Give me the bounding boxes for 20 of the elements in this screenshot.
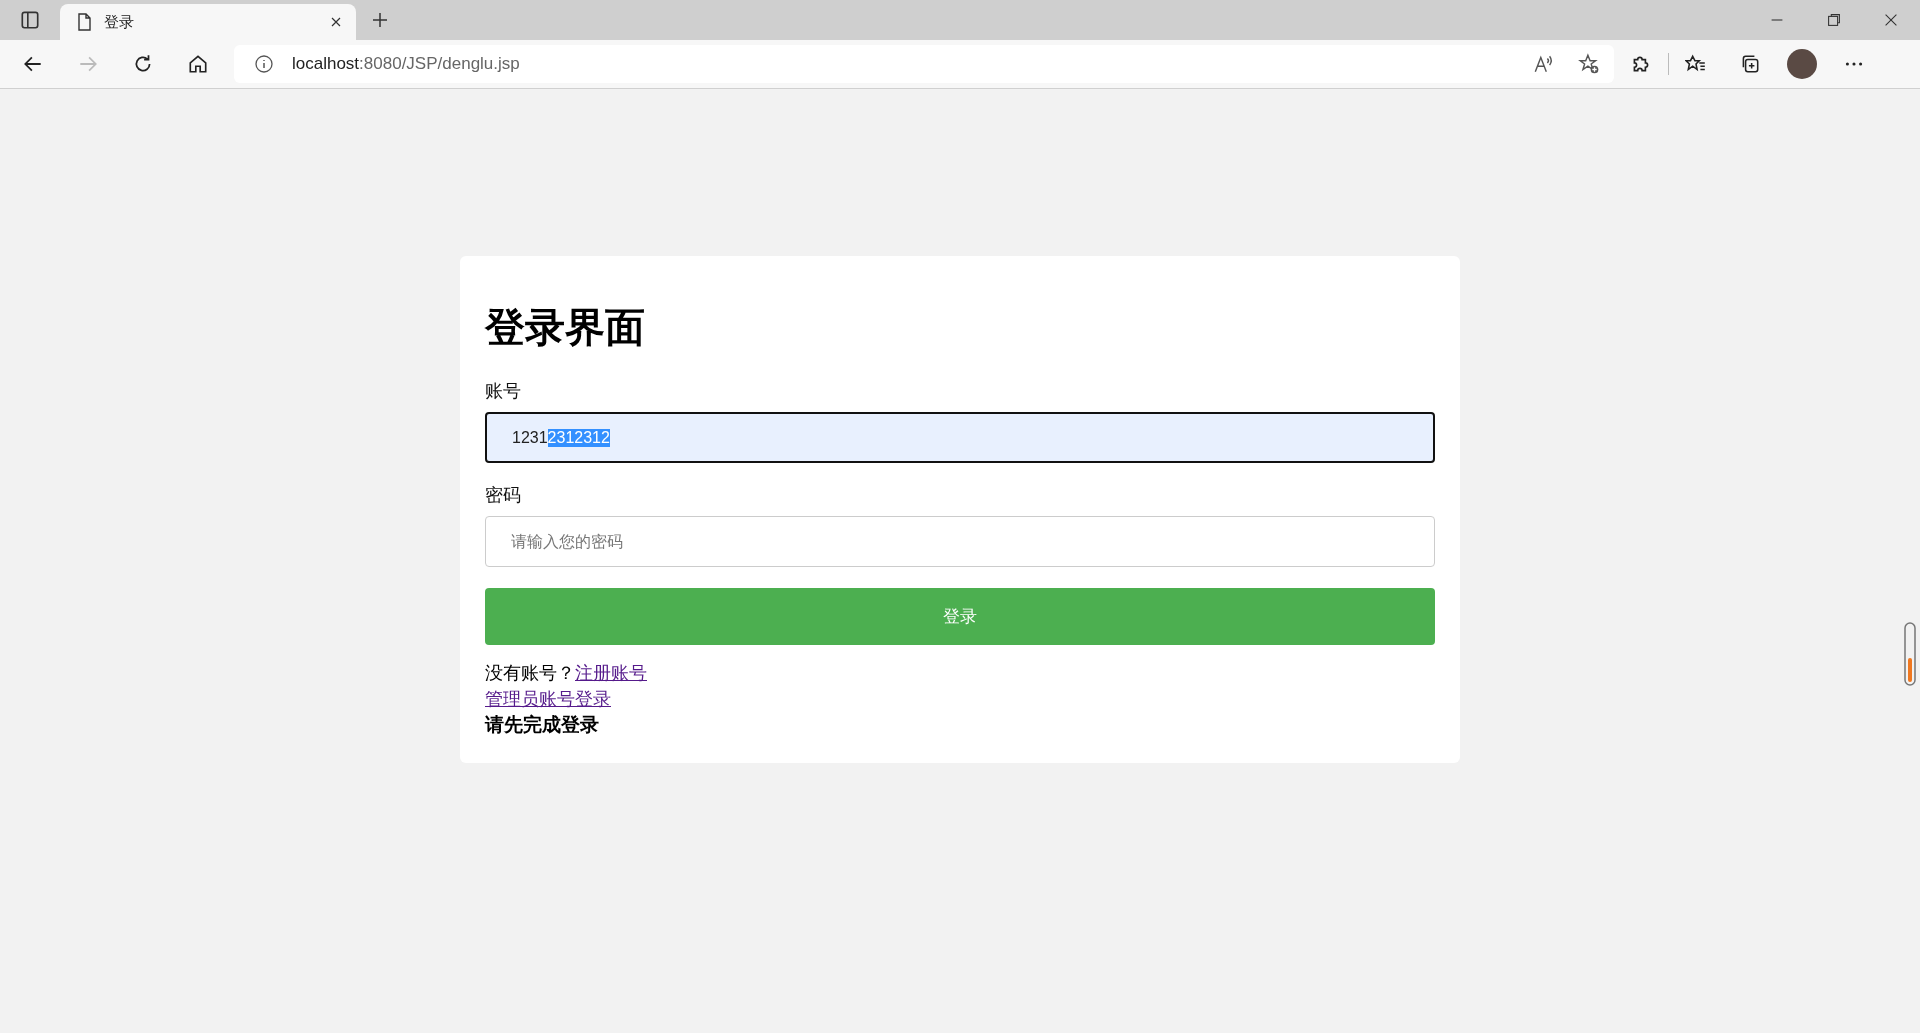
new-tab-icon[interactable] (370, 10, 390, 30)
password-input-field[interactable]: 请输入您的密码 (485, 516, 1435, 567)
field-label: 账号 (485, 380, 522, 403)
home-icon[interactable] (187, 53, 209, 75)
login-title: 登录界面 (485, 304, 646, 351)
status-message: 请先完成登录 (485, 713, 600, 737)
admin-login-link[interactable]: 管理员账号登录 (485, 689, 611, 709)
restore-icon[interactable] (1825, 11, 1843, 29)
register-prompt: 没有账号？ (485, 663, 575, 683)
tab-actions-icon[interactable] (19, 9, 41, 31)
star-plus-icon[interactable] (1578, 53, 1600, 75)
register-link[interactable]: 注册账号 (575, 663, 647, 683)
profile-avatar[interactable] (1787, 49, 1817, 79)
read-aloud-icon[interactable] (1532, 53, 1554, 75)
address-bar[interactable]: localhost:8080/JSP/denglu.jsp (234, 45, 1614, 83)
account-input-field[interactable]: 12312312312 (485, 412, 1435, 463)
field-label: 密码 (485, 484, 522, 507)
browser-tab[interactable]: 登录 (60, 4, 356, 40)
level-meter-icon (1904, 622, 1916, 686)
info-icon[interactable] (254, 54, 274, 74)
